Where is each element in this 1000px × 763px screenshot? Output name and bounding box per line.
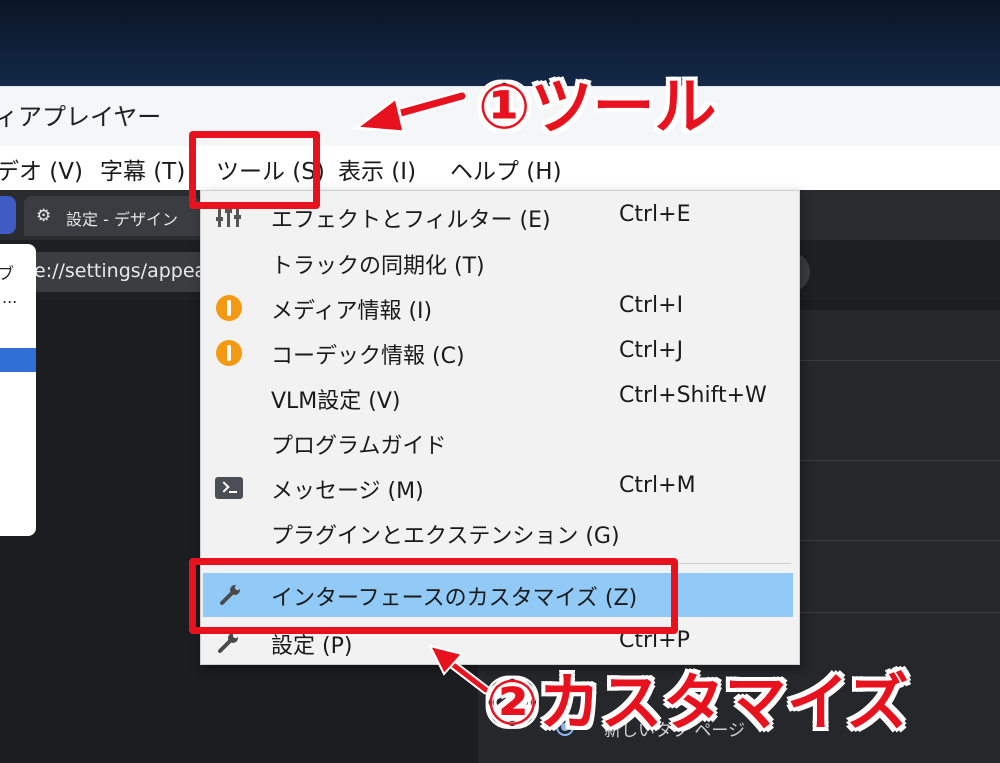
- annotation-step1-label: ①ツール: [478, 70, 717, 143]
- side-popup: ブ ...: [0, 244, 36, 536]
- popup-text: ブ: [0, 264, 15, 283]
- terminal-icon: [214, 473, 244, 503]
- menu-view[interactable]: 表示 (I): [338, 152, 416, 186]
- annotation-arrow-tools: [351, 90, 468, 134]
- menu-item-shortcut: Ctrl+Shift+W: [619, 383, 767, 408]
- browser-tab-partial[interactable]: [0, 196, 16, 234]
- menu-item-label: メッセージ (M): [271, 479, 424, 504]
- menu-item-track-sync[interactable]: トラックの同期化 (T): [201, 241, 799, 285]
- menu-item-shortcut: Ctrl+M: [619, 473, 696, 498]
- popup-text: ...: [2, 288, 18, 307]
- annotation-box-tools: [189, 131, 320, 209]
- menu-item-shortcut: Ctrl+I: [619, 293, 684, 318]
- menu-item-codec-info[interactable]: コーデック情報 (C) Ctrl+J: [201, 331, 799, 375]
- menubar: デオ (V) 字幕 (T) ツール (S) 表示 (I) ヘルプ (H): [0, 146, 1000, 190]
- address-url: e://settings/appeara: [34, 260, 226, 282]
- annotation-box-customize: [189, 558, 678, 634]
- menu-video[interactable]: デオ (V): [0, 152, 83, 186]
- menu-help[interactable]: ヘルプ (H): [450, 152, 562, 186]
- window-title: ィアプレイヤー: [0, 103, 162, 131]
- browser-tab-label: 設定 - デザイン: [66, 210, 178, 229]
- annotation-step2-label: ②カスタマイズ: [486, 666, 909, 739]
- menu-item-program-guide[interactable]: プログラムガイド: [201, 421, 799, 465]
- gear-icon: ⚙: [36, 206, 52, 226]
- menu-item-plugins-extensions[interactable]: プラグインとエクステンション (G): [201, 511, 799, 555]
- menu-item-shortcut: Ctrl+E: [619, 202, 691, 227]
- menu-item-label: コーデック情報 (C): [271, 344, 465, 369]
- menu-item-vlm-config[interactable]: VLM設定 (V) Ctrl+Shift+W: [201, 376, 799, 420]
- menu-item-label: プログラムガイド: [271, 434, 447, 459]
- menu-item-label: VLM設定 (V): [271, 389, 401, 414]
- menu-item-shortcut: Ctrl+J: [619, 338, 684, 363]
- menu-item-label: トラックの同期化 (T): [271, 254, 485, 279]
- info-icon: [214, 338, 244, 368]
- info-icon: [214, 293, 244, 323]
- menu-item-media-info[interactable]: メディア情報 (I) Ctrl+I: [201, 286, 799, 330]
- menu-item-label: メディア情報 (I): [271, 299, 433, 324]
- menu-item-label: プラグインとエクステンション (G): [271, 524, 620, 549]
- popup-selected-item[interactable]: [0, 348, 36, 372]
- menu-item-messages[interactable]: メッセージ (M) Ctrl+M: [201, 466, 799, 510]
- browser-tab-settings[interactable]: ⚙ 設定 - デザイン: [24, 196, 200, 236]
- menu-subtitle[interactable]: 字幕 (T): [100, 152, 185, 186]
